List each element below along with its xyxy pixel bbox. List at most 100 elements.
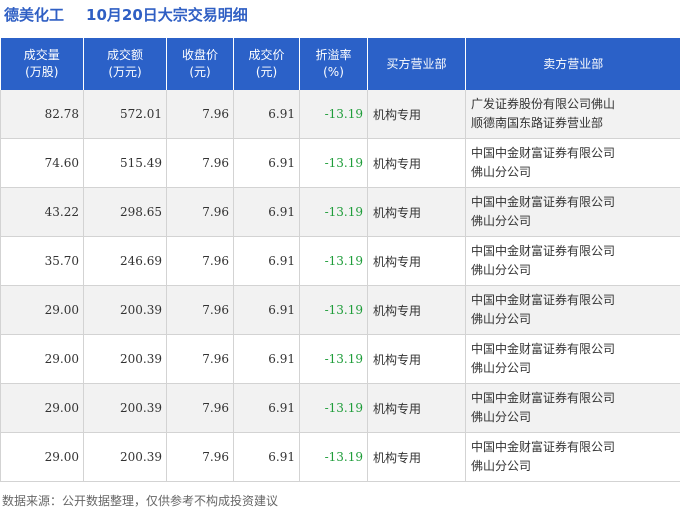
table-cell: 机构专用 — [367, 236, 466, 286]
column-header-text: 成交价 — [248, 48, 285, 62]
table-cell: -13.19 — [299, 236, 368, 286]
table-cell: 机构专用 — [367, 138, 466, 188]
column-header-text: 卖方营业部 — [543, 56, 604, 71]
column-header-1: 成交额 (万元) — [83, 38, 167, 90]
table-cell: 6.91 — [233, 187, 300, 237]
table-row: 82.78 572.01 7.96 6.91 -13.19 机构专用 广发证券股份有限公司佛… — [0, 90, 680, 139]
table-cell: 6.91 — [233, 383, 300, 433]
table-cell: 机构专用 — [367, 187, 466, 237]
table-cell: 35.70 — [0, 236, 84, 286]
table-row: 43.22 298.65 7.96 6.91 -13.19 机构专用 中国中金财富证券有限公… — [0, 187, 680, 237]
table-cell: 6.91 — [233, 90, 300, 139]
cell-line: 中国中金财富证券有限公司 — [471, 293, 616, 307]
table-cell: 29.00 — [0, 334, 84, 384]
table-row: 74.60 515.49 7.96 6.91 -13.19 机构专用 中国中金财富证券有限公… — [0, 138, 680, 188]
cell-line: 佛山分公司 — [471, 312, 532, 326]
table-cell: 6.91 — [233, 138, 300, 188]
column-header-4: 折溢率 (%) — [299, 38, 368, 90]
column-header-6: 卖方营业部 — [465, 38, 680, 90]
table-cell: 6.91 — [233, 236, 300, 286]
table-cell: 7.96 — [166, 236, 234, 286]
table-cell: 6.91 — [233, 432, 300, 482]
cell-line: 顺德南国东路证券营业部 — [471, 116, 604, 130]
column-header-5: 买方营业部 — [367, 38, 466, 90]
table-header: 成交量 (万股) 成交额 (万元) 收盘价 (元) 成交价 (元) 折溢率 (%) 买方营业部 卖方营… — [0, 38, 680, 90]
table-row: 29.00 200.39 7.96 6.91 -13.19 机构专用 中国中金财富证券有限公… — [0, 432, 680, 482]
cell-line: 中国中金财富证券有限公司 — [471, 342, 616, 356]
table-cell: 中国中金财富证券有限公司 佛山分公司 — [465, 187, 680, 237]
table-cell: -13.19 — [299, 187, 368, 237]
table-cell: -13.19 — [299, 334, 368, 384]
table-cell: 7.96 — [166, 432, 234, 482]
table-cell: 43.22 — [0, 187, 84, 237]
cell-line: 中国中金财富证券有限公司 — [471, 440, 616, 454]
table-cell: 29.00 — [0, 383, 84, 433]
table-cell: 机构专用 — [367, 334, 466, 384]
table-cell: 29.00 — [0, 285, 84, 335]
table-cell: 298.65 — [83, 187, 167, 237]
table-cell: 29.00 — [0, 432, 84, 482]
table-row: 29.00 200.39 7.96 6.91 -13.19 机构专用 中国中金财富证券有限公… — [0, 334, 680, 384]
table-cell: 7.96 — [166, 138, 234, 188]
table-cell: 中国中金财富证券有限公司 佛山分公司 — [465, 138, 680, 188]
table-cell: 机构专用 — [367, 383, 466, 433]
table-cell: -13.19 — [299, 285, 368, 335]
table-row: 29.00 200.39 7.96 6.91 -13.19 机构专用 中国中金财富证券有限公… — [0, 383, 680, 433]
table-row: 35.70 246.69 7.96 6.91 -13.19 机构专用 中国中金财富证券有限公… — [0, 236, 680, 286]
table-cell: 7.96 — [166, 90, 234, 139]
table-cell: 7.96 — [166, 187, 234, 237]
data-source-note: 数据来源：公开数据整理，仅供参考不构成投资建议 — [2, 494, 279, 508]
cell-line: 佛山分公司 — [471, 263, 532, 277]
table-cell: -13.19 — [299, 138, 368, 188]
column-header-3: 成交价 (元) — [233, 38, 300, 90]
column-header-text: (元) — [255, 65, 278, 79]
table-cell: 中国中金财富证券有限公司 佛山分公司 — [465, 285, 680, 335]
table-cell: 74.60 — [0, 138, 84, 188]
column-header-text: (%) — [323, 65, 344, 79]
column-header-0: 成交量 (万股) — [0, 38, 84, 90]
cell-line: 佛山分公司 — [471, 410, 532, 424]
column-header-text: 折溢率 — [315, 48, 352, 62]
table-cell: 200.39 — [83, 383, 167, 433]
table-body: 82.78 572.01 7.96 6.91 -13.19 机构专用 广发证券股份有限公司佛… — [0, 90, 680, 482]
cell-line: 佛山分公司 — [471, 214, 532, 228]
page-subtitle: 10月20日大宗交易明细 — [86, 6, 248, 24]
column-header-2: 收盘价 (元) — [166, 38, 234, 90]
table-cell: 中国中金财富证券有限公司 佛山分公司 — [465, 334, 680, 384]
column-header-text: 成交量 — [23, 48, 60, 62]
table-cell: 7.96 — [166, 383, 234, 433]
cell-line: 中国中金财富证券有限公司 — [471, 195, 616, 209]
table-cell: 7.96 — [166, 334, 234, 384]
table-cell: 200.39 — [83, 334, 167, 384]
stock-name: 德美化工 — [4, 6, 65, 24]
block-trade-table: 成交量 (万股) 成交额 (万元) 收盘价 (元) 成交价 (元) 折溢率 (%) 买方营业部 卖方营… — [0, 38, 680, 482]
cell-line: 佛山分公司 — [471, 165, 532, 179]
cell-line: 中国中金财富证券有限公司 — [471, 146, 616, 160]
column-header-text: 买方营业部 — [386, 56, 447, 71]
table-cell: 82.78 — [0, 90, 84, 139]
cell-line: 佛山分公司 — [471, 361, 532, 375]
table-row: 29.00 200.39 7.96 6.91 -13.19 机构专用 中国中金财富证券有限公… — [0, 285, 680, 335]
page-title: 德美化工 10月20日大宗交易明细 — [4, 4, 248, 26]
table-cell: 机构专用 — [367, 285, 466, 335]
table-cell: 广发证券股份有限公司佛山 顺德南国东路证券营业部 — [465, 90, 680, 139]
table-cell: 中国中金财富证券有限公司 佛山分公司 — [465, 236, 680, 286]
table-cell: 中国中金财富证券有限公司 佛山分公司 — [465, 432, 680, 482]
table-cell: 机构专用 — [367, 432, 466, 482]
column-header-text: 收盘价 — [181, 48, 218, 62]
table-cell: -13.19 — [299, 383, 368, 433]
cell-line: 中国中金财富证券有限公司 — [471, 244, 616, 258]
table-cell: 515.49 — [83, 138, 167, 188]
table-cell: 中国中金财富证券有限公司 佛山分公司 — [465, 383, 680, 433]
table-cell: 机构专用 — [367, 90, 466, 139]
table-cell: -13.19 — [299, 90, 368, 139]
column-header-text: (万股) — [25, 65, 59, 79]
column-header-text: 成交额 — [106, 48, 143, 62]
column-header-text: (元) — [189, 65, 211, 79]
table-cell: 6.91 — [233, 285, 300, 335]
cell-line: 广发证券股份有限公司佛山 — [471, 97, 616, 111]
table-cell: 6.91 — [233, 334, 300, 384]
table-cell: -13.19 — [299, 432, 368, 482]
cell-line: 中国中金财富证券有限公司 — [471, 391, 616, 405]
column-header-text: (万元) — [108, 65, 142, 79]
